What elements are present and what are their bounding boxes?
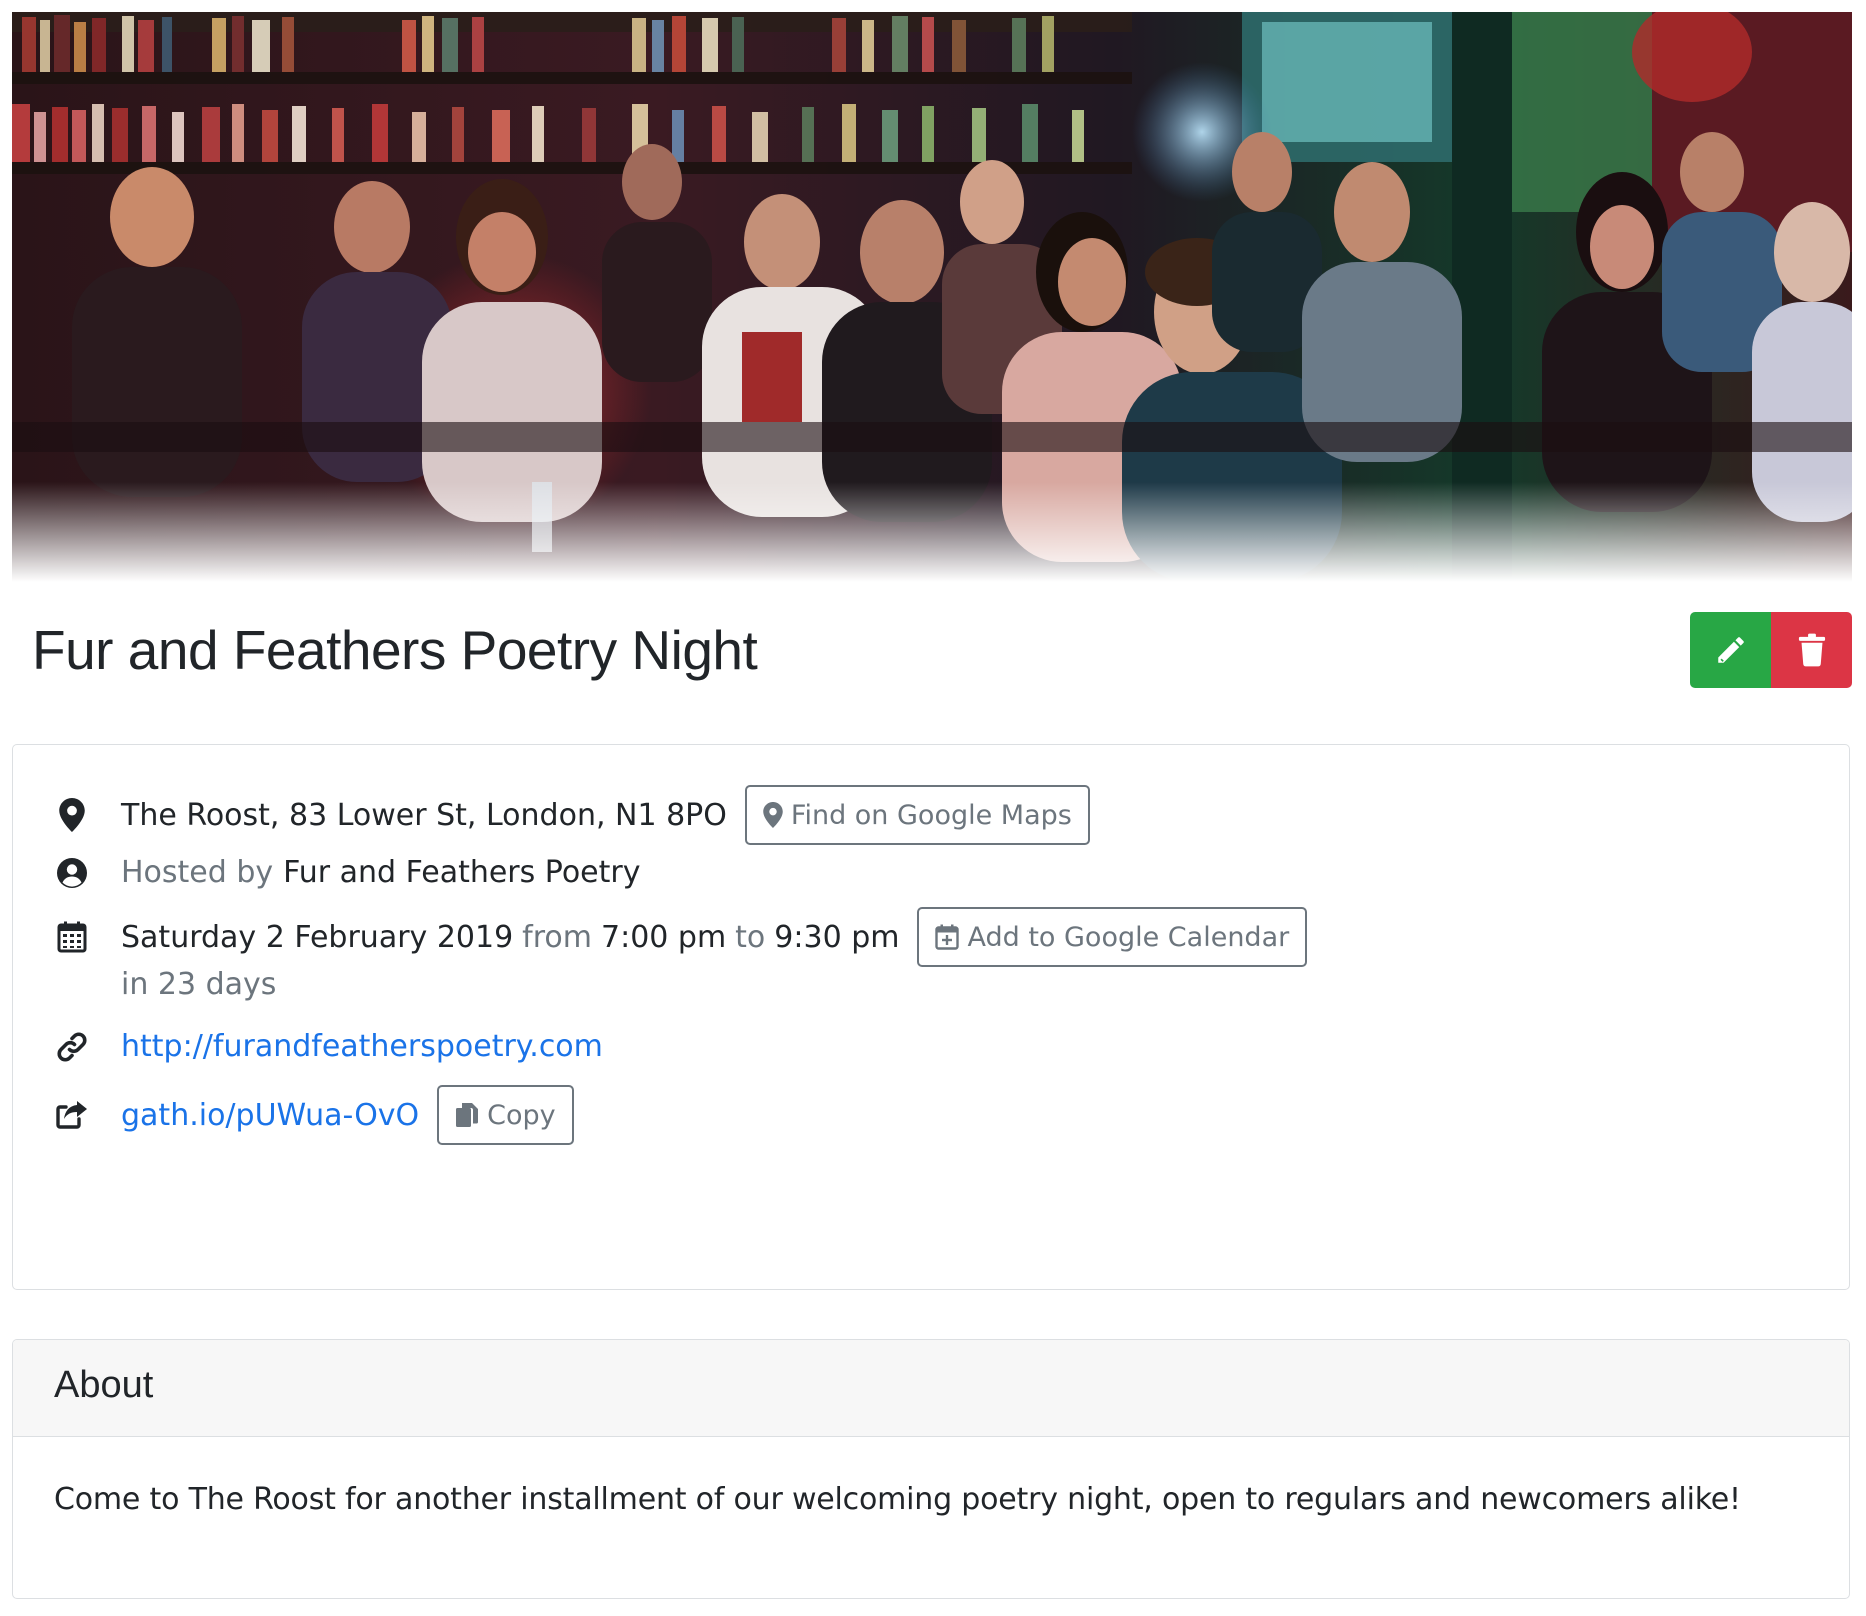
event-actions xyxy=(1690,612,1852,688)
event-page: Fur and Feathers Poetry Night The Roost,… xyxy=(12,12,1852,1599)
event-short-link[interactable]: gath.io/pUWua-OvO xyxy=(121,1098,419,1133)
to-word: to xyxy=(735,919,766,955)
about-card: About Come to The Roost for another inst… xyxy=(12,1339,1850,1599)
about-card-header: About xyxy=(13,1340,1849,1437)
host-row: Hosted by Fur and Feathers Poetry xyxy=(55,855,641,890)
copy-icon xyxy=(455,1102,479,1128)
event-website-link[interactable]: http://furandfeatherspoetry.com xyxy=(121,1029,603,1064)
copy-link-label: Copy xyxy=(487,1099,556,1131)
event-title-row: Fur and Feathers Poetry Night xyxy=(12,612,1852,702)
date-row: Saturday 2 February 2019 from 7:00 pm to… xyxy=(55,907,1308,967)
find-on-google-maps-label: Find on Google Maps xyxy=(790,799,1072,831)
calendar-icon xyxy=(55,920,89,954)
link-icon xyxy=(55,1030,89,1064)
find-on-google-maps-button[interactable]: Find on Google Maps xyxy=(744,785,1090,845)
event-header-image xyxy=(12,12,1852,582)
event-details-card: The Roost, 83 Lower St, London, N1 8PO F… xyxy=(12,744,1850,1290)
edit-event-button[interactable] xyxy=(1690,612,1771,688)
map-marker-icon xyxy=(55,798,89,832)
calendar-plus-icon xyxy=(935,924,960,950)
add-to-google-calendar-button[interactable]: Add to Google Calendar xyxy=(917,907,1308,967)
trash-icon xyxy=(1798,633,1825,667)
end-time: 9:30 pm xyxy=(774,919,900,955)
copy-link-button[interactable]: Copy xyxy=(437,1085,574,1145)
user-circle-icon xyxy=(55,856,89,890)
location-row: The Roost, 83 Lower St, London, N1 8PO F… xyxy=(55,785,1090,845)
pencil-icon xyxy=(1717,637,1744,663)
host-name: Fur and Feathers Poetry xyxy=(283,855,641,890)
event-address: The Roost, 83 Lower St, London, N1 8PO xyxy=(121,797,727,833)
map-marker-icon xyxy=(763,802,783,828)
about-heading: About xyxy=(54,1364,154,1406)
audience-photo xyxy=(12,12,1852,582)
event-title: Fur and Feathers Poetry Night xyxy=(32,619,758,681)
share-icon xyxy=(55,1098,89,1132)
relative-date: in 23 days xyxy=(121,967,277,1002)
hosted-by-prefix: Hosted by xyxy=(121,855,274,890)
delete-event-button[interactable] xyxy=(1771,612,1852,688)
from-word: from xyxy=(522,919,592,955)
about-description: Come to The Roost for another installmen… xyxy=(54,1482,1741,1517)
start-time: 7:00 pm xyxy=(601,919,727,955)
share-row: gath.io/pUWua-OvO Copy xyxy=(55,1085,574,1145)
website-row: http://furandfeatherspoetry.com xyxy=(55,1029,603,1064)
add-to-google-calendar-label: Add to Google Calendar xyxy=(967,921,1290,953)
event-date: Saturday 2 February 2019 xyxy=(121,919,514,955)
